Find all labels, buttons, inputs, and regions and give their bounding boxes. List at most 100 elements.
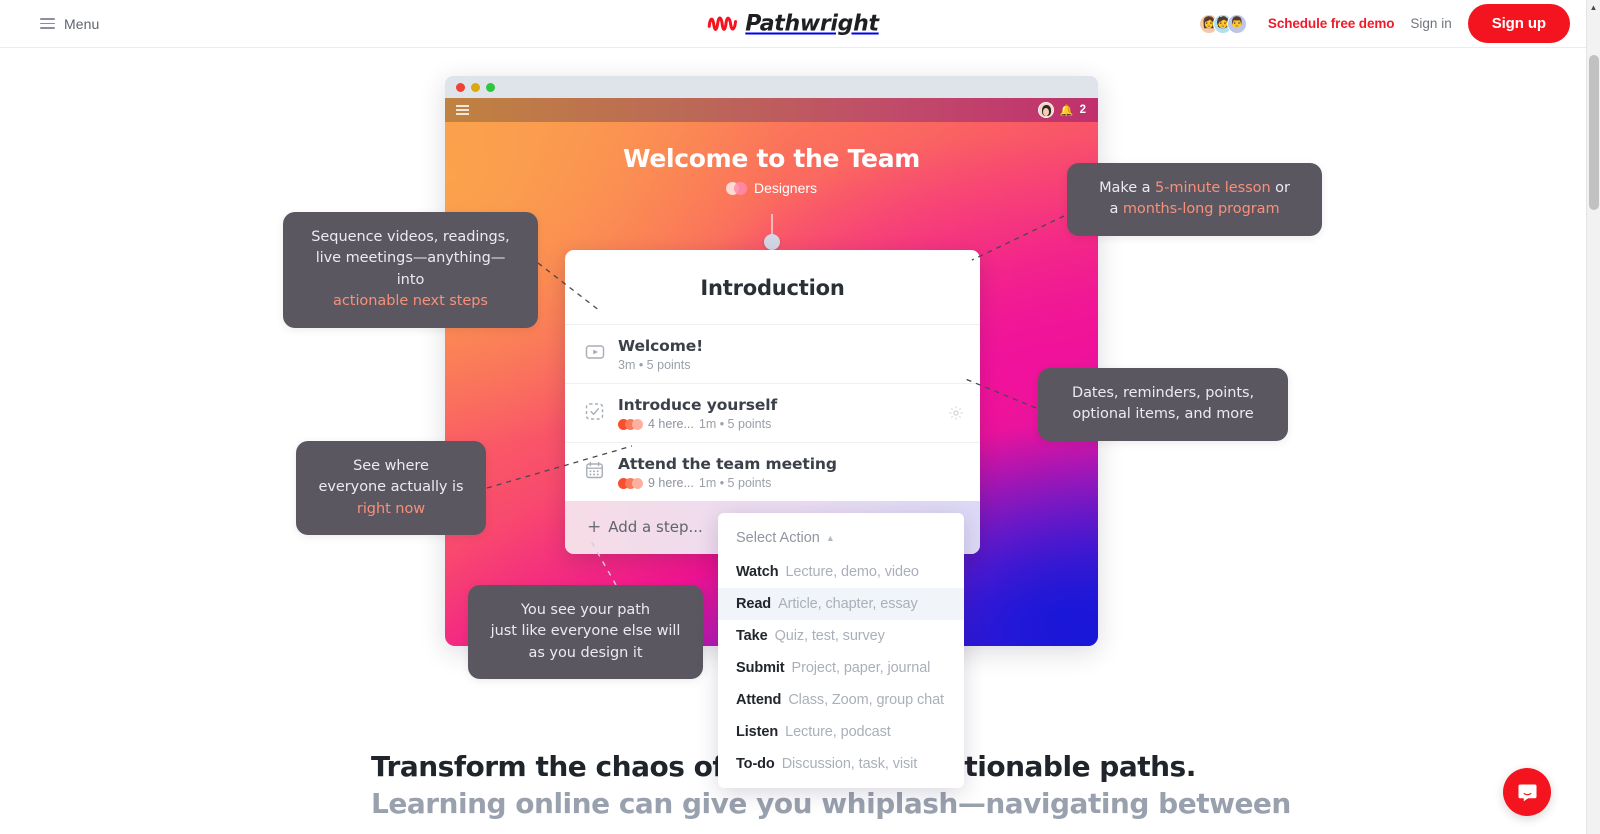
step-content: Welcome! 3m • 5 points <box>618 336 964 372</box>
callout-line: live meetings—anything—into <box>315 250 506 288</box>
callout-highlight: right now <box>356 500 426 517</box>
avatar: 👨 <box>1226 13 1247 34</box>
top-navigation-bar: Menu Pathwright 👩 🧑 👨 Schedule free demo… <box>0 0 1586 48</box>
step-meta-text: 1m • 5 points <box>698 417 772 432</box>
callout-sequence: Sequence videos, readings, live meetings… <box>283 212 538 328</box>
brand-logo[interactable]: Pathwright <box>707 11 879 36</box>
hero-section: 🔔 2 Welcome to the Team Designers Introd… <box>0 48 1586 834</box>
dropdown-item-take[interactable]: Take Quiz, test, survey <box>718 620 964 652</box>
dropdown-item-verb: Listen <box>736 724 779 740</box>
step-content: Introduce yourself 4 here... 1m • 5 poin… <box>618 395 936 431</box>
dropdown-header[interactable]: Select Action ▲ <box>718 519 964 556</box>
bell-icon[interactable]: 🔔 <box>1060 104 1074 117</box>
select-action-dropdown: Select Action ▲ Watch Lecture, demo, vid… <box>718 513 964 788</box>
dropdown-item-hint: Lecture, podcast <box>785 724 891 740</box>
step-content: Attend the team meeting 9 here... 1m • 5… <box>618 454 964 490</box>
menu-label: Menu <box>64 15 100 32</box>
step-title: Attend the team meeting <box>618 455 837 474</box>
group-dots-icon <box>725 181 747 195</box>
course-group-label: Designers <box>753 180 818 196</box>
step-people-count: 9 here... <box>648 476 694 491</box>
dropdown-item-hint: Project, paper, journal <box>791 660 931 676</box>
course-subtitle-row: Designers <box>445 180 1098 196</box>
dropdown-header-label: Select Action <box>736 530 820 546</box>
headline-secondary: Learning online can give you whiplash—na… <box>371 787 1291 821</box>
step-row[interactable]: Attend the team meeting 9 here... 1m • 5… <box>565 442 980 501</box>
chevron-up-icon: ▲ <box>825 533 835 543</box>
dropdown-item-attend[interactable]: Attend Class, Zoom, group chat <box>718 684 964 716</box>
callout-line: everyone actually is <box>318 479 464 496</box>
notification-count: 2 <box>1079 104 1086 116</box>
app-hamburger-icon[interactable] <box>456 105 469 115</box>
callout-highlight: 5-minute lesson <box>1155 180 1271 196</box>
video-play-icon <box>584 343 606 366</box>
dropdown-item-verb: Attend <box>736 692 782 708</box>
close-window-dot[interactable] <box>456 82 465 92</box>
path-connector-knob <box>763 234 780 250</box>
add-step-label: Add a step... <box>608 518 703 537</box>
minimize-window-dot[interactable] <box>471 82 480 92</box>
dropdown-item-todo[interactable]: To-do Discussion, task, visit <box>718 748 964 780</box>
window-chrome <box>445 76 1098 98</box>
calendar-icon <box>584 460 606 485</box>
course-title: Welcome to the Team <box>622 144 921 173</box>
step-meta-text: 1m • 5 points <box>698 476 772 491</box>
nav-right-group: 👩 🧑 👨 Schedule free demo Sign in Sign up <box>1198 4 1570 43</box>
callout-line: See where <box>353 458 429 474</box>
path-card: Introduction Welcome! 3m • 5 points Intr… <box>565 250 980 555</box>
step-meta: 3m • 5 points <box>618 358 964 372</box>
path-connector <box>763 214 780 250</box>
people-here-avatars <box>618 418 643 430</box>
callout-your-path: You see your path just like everyone els… <box>468 585 703 680</box>
menu-button[interactable]: Menu <box>40 16 99 32</box>
hamburger-icon <box>40 18 55 29</box>
people-here-avatars <box>618 477 643 489</box>
callout-line: just like everyone else will <box>490 623 681 640</box>
dropdown-item-watch[interactable]: Watch Lecture, demo, video <box>718 556 964 588</box>
dropdown-item-verb: Submit <box>736 660 785 676</box>
dropdown-item-verb: Read <box>736 596 772 612</box>
demo-avatars: 👩 🧑 👨 <box>1198 13 1247 34</box>
callout-line: a <box>1109 201 1123 218</box>
callout-highlight: months-long program <box>1122 201 1280 218</box>
plus-icon: + <box>587 516 602 537</box>
app-top-bar-right: 🔔 2 <box>1037 102 1086 118</box>
step-title: Welcome! <box>618 337 704 355</box>
dropdown-item-hint: Quiz, test, survey <box>774 628 885 644</box>
chat-launcher-button[interactable] <box>1503 768 1551 816</box>
dropdown-item-hint: Lecture, demo, video <box>785 564 919 580</box>
callout-line: Make a <box>1099 180 1156 196</box>
pathwright-squiggle-icon <box>707 16 738 31</box>
step-people-count: 4 here... <box>648 417 694 432</box>
gear-icon[interactable] <box>948 405 964 421</box>
page-scrollbar[interactable]: ▲ <box>1586 0 1600 834</box>
scrollbar-thumb[interactable] <box>1589 55 1599 210</box>
maximize-window-dot[interactable] <box>486 82 495 92</box>
step-meta-text: 3m • 5 points <box>618 358 691 373</box>
dropdown-item-listen[interactable]: Listen Lecture, podcast <box>718 716 964 748</box>
app-top-bar: 🔔 2 <box>445 98 1098 122</box>
callout-line: Sequence videos, readings, <box>311 229 510 245</box>
dropdown-item-verb: Take <box>736 628 768 644</box>
sign-up-button[interactable]: Sign up <box>1467 4 1570 43</box>
callout-line: You see your path <box>521 602 650 618</box>
dropdown-item-read[interactable]: Read Article, chapter, essay <box>718 588 964 620</box>
callout-dates: Dates, reminders, points, optional items… <box>1038 368 1288 441</box>
callout-see-where: See where everyone actually is right now <box>296 441 486 536</box>
callout-line: optional items, and more <box>1072 406 1254 423</box>
step-row[interactable]: Welcome! 3m • 5 points <box>565 324 980 383</box>
callout-line: Dates, reminders, points, <box>1071 385 1255 401</box>
dropdown-item-submit[interactable]: Submit Project, paper, journal <box>718 652 964 684</box>
scroll-up-arrow-icon[interactable]: ▲ <box>1587 0 1600 15</box>
callout-line: or <box>1270 180 1290 196</box>
step-meta: 9 here... 1m • 5 points <box>618 476 964 490</box>
sign-in-link[interactable]: Sign in <box>1410 16 1451 31</box>
schedule-demo-link[interactable]: Schedule free demo <box>1268 16 1395 31</box>
user-avatar[interactable] <box>1037 102 1054 118</box>
brand-name: Pathwright <box>745 11 879 36</box>
step-title: Introduce yourself <box>618 396 778 415</box>
step-row[interactable]: Introduce yourself 4 here... 1m • 5 poin… <box>565 383 980 442</box>
dropdown-item-hint: Article, chapter, essay <box>778 596 918 612</box>
dropdown-item-verb: To-do <box>736 756 775 772</box>
dropdown-item-hint: Discussion, task, visit <box>781 756 918 772</box>
